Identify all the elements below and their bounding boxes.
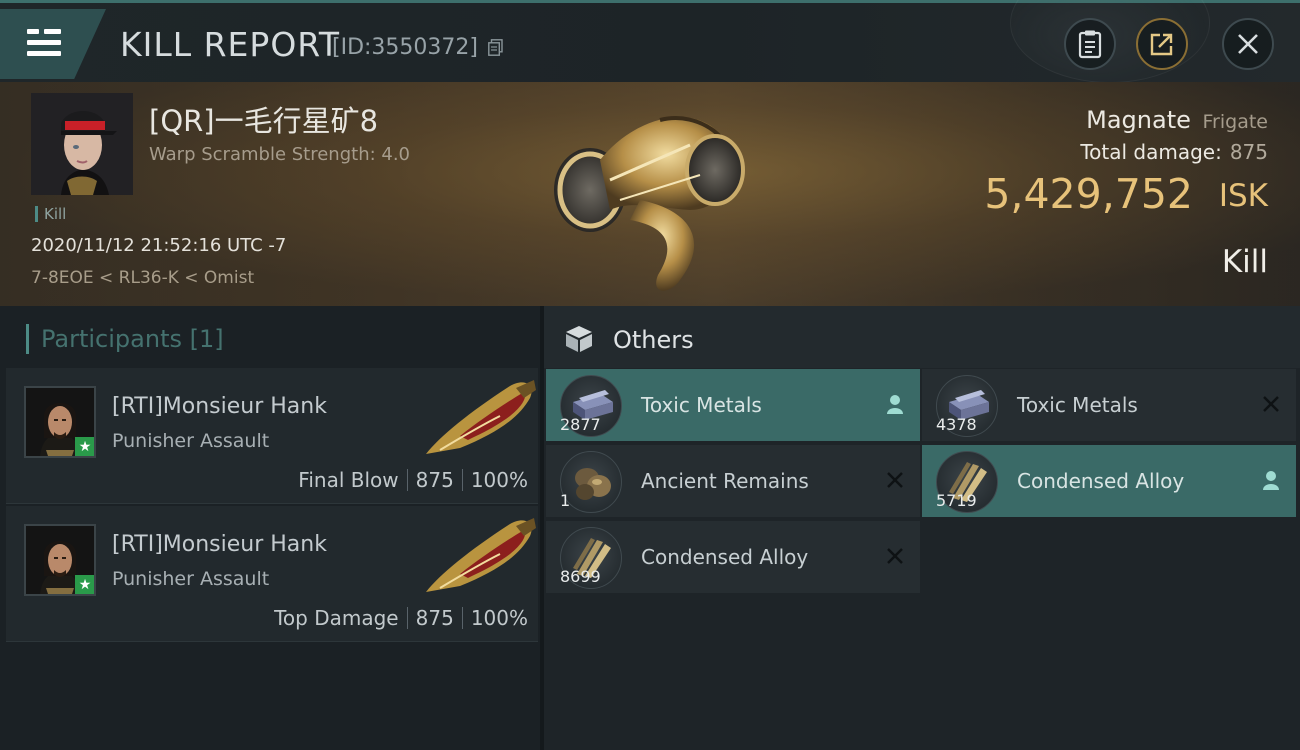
participant-stats: Final Blow 875 100% [298, 468, 528, 492]
loot-item[interactable]: 2877 Toxic Metals [546, 369, 920, 441]
destroyed-x-icon [884, 467, 906, 493]
participant-role: Final Blow [298, 468, 399, 492]
item-name: Condensed Alloy [641, 545, 809, 569]
total-damage-label: Total damage: [1080, 140, 1222, 164]
victim-ship-name[interactable]: Magnate Frigate [1086, 106, 1268, 134]
participant-card[interactable]: ★ [RTI]Monsieur Hank Punisher Assault To… [6, 506, 538, 642]
kill-tag: Kill [35, 206, 66, 222]
victim-name[interactable]: [QR]一毛行星矿8 [149, 98, 378, 140]
page-title: KILL REPORT [120, 25, 340, 64]
kill-location[interactable]: 7-8EOE < RL36-K < Omist [31, 268, 254, 288]
warp-scramble-strength: Warp Scramble Strength: 4.0 [149, 144, 411, 165]
report-id: [ID:3550372] [332, 35, 478, 60]
others-header: Others [544, 306, 1300, 368]
participant-avatar[interactable]: ★ [24, 386, 96, 458]
participant-percent: 100% [470, 468, 528, 492]
loot-item[interactable]: 5719 Condensed Alloy [922, 445, 1296, 517]
victim-avatar[interactable] [31, 93, 133, 195]
item-quantity: 2877 [560, 415, 601, 434]
participant-avatar[interactable]: ★ [24, 524, 96, 596]
header-bar: KILL REPORT [ID:3550372] [0, 0, 1300, 83]
destroyed-x-icon [1260, 391, 1282, 417]
participant-card[interactable]: ★ [RTI]Monsieur Hank Punisher Assault Fi… [6, 368, 538, 504]
participants-title: Participants [1] [26, 324, 224, 354]
participant-ship: Punisher Assault [112, 568, 270, 590]
total-damage: Total damage: 875 [1080, 140, 1268, 164]
participant-name[interactable]: [RTI]Monsieur Hank [112, 394, 327, 419]
notes-button[interactable] [1064, 18, 1116, 70]
menu-button[interactable] [0, 9, 106, 79]
item-name: Toxic Metals [641, 393, 762, 417]
participant-damage: 875 [415, 606, 454, 630]
participants-panel: Participants [1] ★ [RTI]Monsieur Hank Pu… [0, 306, 544, 750]
loot-item[interactable]: 1 Ancient Remains [546, 445, 920, 517]
others-panel: Others 2877 Toxic Metals 4378 Toxic Meta… [544, 306, 1300, 750]
dropped-person-icon [884, 391, 906, 417]
participant-stats: Top Damage 875 100% [274, 606, 528, 630]
item-quantity: 5719 [936, 491, 977, 510]
ship-class: Frigate [1202, 111, 1268, 133]
participant-ship-image[interactable] [420, 514, 538, 596]
kill-result: Kill [1221, 244, 1268, 280]
copy-icon[interactable] [488, 39, 503, 56]
participant-ship-image[interactable] [420, 376, 538, 458]
star-badge-icon: ★ [75, 437, 94, 456]
item-name: Toxic Metals [1017, 393, 1138, 417]
item-quantity: 4378 [936, 415, 977, 434]
kill-timestamp: 2020/11/12 21:52:16 UTC -7 [31, 235, 287, 256]
loot-item[interactable]: 8699 Condensed Alloy [546, 521, 920, 593]
cube-icon [566, 326, 592, 352]
participant-role: Top Damage [274, 606, 399, 630]
close-button[interactable] [1222, 18, 1274, 70]
notes-icon [1078, 30, 1102, 59]
share-button[interactable] [1136, 18, 1188, 70]
close-icon [1238, 34, 1258, 54]
participant-ship: Punisher Assault [112, 430, 270, 452]
destroyed-x-icon [884, 543, 906, 569]
participant-percent: 100% [470, 606, 528, 630]
ship-name-text: Magnate [1086, 106, 1191, 134]
participant-damage: 875 [415, 468, 454, 492]
item-quantity: 8699 [560, 567, 601, 586]
total-damage-value: 875 [1229, 140, 1268, 164]
pilot-portrait-image [31, 93, 133, 195]
isk-value: 5,429,752 [984, 170, 1193, 218]
loot-item[interactable]: 4378 Toxic Metals [922, 369, 1296, 441]
isk-unit: ISK [1218, 178, 1268, 214]
victim-banner: [QR]一毛行星矿8 Warp Scramble Strength: 4.0 K… [0, 82, 1300, 306]
item-quantity: 1 [560, 491, 571, 510]
dropped-person-icon [1260, 467, 1282, 493]
star-badge-icon: ★ [75, 575, 94, 594]
item-name: Condensed Alloy [1017, 469, 1185, 493]
item-name: Ancient Remains [641, 469, 809, 493]
others-title: Others [613, 326, 694, 354]
participant-name[interactable]: [RTI]Monsieur Hank [112, 532, 327, 557]
victim-ship-image[interactable] [540, 90, 770, 300]
share-icon [1150, 33, 1173, 56]
